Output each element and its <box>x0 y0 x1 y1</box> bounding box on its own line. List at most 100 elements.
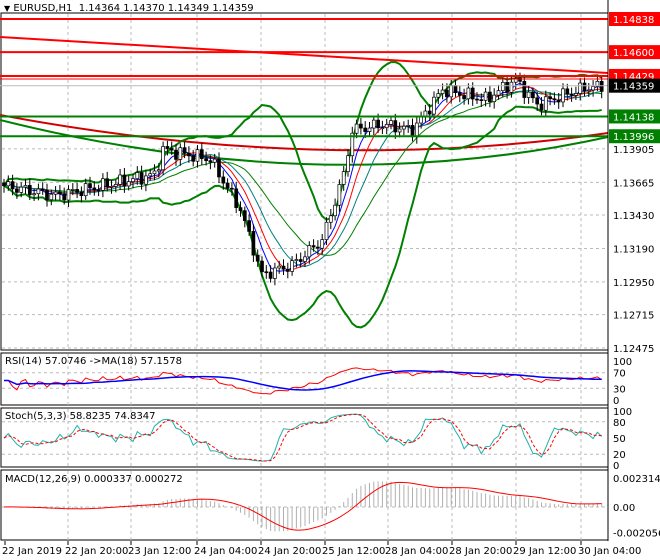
candle-body <box>49 193 54 201</box>
candle-body <box>255 254 260 262</box>
candle-body <box>277 265 282 269</box>
candle-body <box>389 120 393 125</box>
candle-body <box>15 188 19 193</box>
stoch-title: Stoch(5,3,3) 58.8235 74.8347 <box>5 411 156 422</box>
time-label: 22 Jan 20:00 <box>65 546 128 557</box>
stoch-tick: 80 <box>613 418 626 429</box>
candle-body <box>126 181 131 187</box>
dropdown-arrow-icon[interactable]: ▼ <box>4 4 10 13</box>
long-ma-green <box>0 119 609 166</box>
candle-body <box>505 82 509 93</box>
candle-body <box>195 149 200 162</box>
candle-body <box>483 91 488 101</box>
candle-body <box>384 124 389 129</box>
candle-body <box>543 96 548 111</box>
candle-body <box>174 149 178 160</box>
candle-body <box>445 89 449 98</box>
candle-body <box>208 160 213 163</box>
candle-body <box>212 158 217 163</box>
candle-body <box>10 181 15 190</box>
candle-body <box>178 147 183 160</box>
candle-body <box>148 173 153 177</box>
stoch-tick: 20 <box>613 450 626 461</box>
time-label: 29 Jan 12:00 <box>513 546 576 557</box>
level-price-label: 1.14838 <box>613 15 654 26</box>
mt4-chart-window: 22 Jan 2019 22 Jan 20:00 23 Jan 12:00 24 Ja… <box>0 0 660 560</box>
candle-body <box>6 181 11 187</box>
rsi-title: RSI(14) 57.0746 ->MA(18) 57.1578 <box>5 356 182 367</box>
candle-body <box>251 231 256 256</box>
price-tick-label: 1.13905 <box>613 145 654 156</box>
candle-body <box>414 122 419 138</box>
candle-body <box>466 87 471 100</box>
candle-body <box>371 119 376 129</box>
candle-body <box>307 245 312 258</box>
time-label: 30 Jan 04:00 <box>578 546 641 557</box>
candle-body <box>457 92 462 96</box>
candle-body <box>333 204 337 217</box>
macd-signal-line <box>3 481 602 531</box>
candle-body <box>552 98 557 101</box>
candle-body <box>569 93 574 96</box>
candle-body <box>337 184 342 206</box>
time-label: 28 Jan 04:00 <box>385 546 448 557</box>
candle-body <box>402 125 406 130</box>
candle-body <box>298 259 303 262</box>
candle-body <box>393 120 398 133</box>
candle-body <box>367 127 372 132</box>
stoch-tick: 0 <box>613 461 619 472</box>
candle-body <box>199 149 204 159</box>
candle-body <box>92 187 97 191</box>
candle-body <box>475 98 479 101</box>
candle-body <box>165 146 170 149</box>
candle-body <box>578 82 583 94</box>
candle-body <box>582 82 587 92</box>
candle-body <box>105 178 110 188</box>
candle-body <box>131 178 135 182</box>
candle-body <box>122 174 127 187</box>
level-price-label: 1.14138 <box>613 112 654 123</box>
current-price-label: 1.14359 <box>613 82 654 93</box>
candle-body <box>397 128 402 133</box>
price-tick-label: 1.13430 <box>613 211 654 222</box>
candle-body <box>101 178 105 191</box>
price-tick-label: 1.12475 <box>613 344 654 355</box>
candle-body <box>281 265 286 270</box>
rsi-tick: 100 <box>613 357 632 368</box>
long-ma-red <box>0 114 609 152</box>
candle-body <box>316 246 320 249</box>
candle-body <box>320 239 325 249</box>
candle-body <box>285 268 290 272</box>
ohlc-values: 1.14364 1.14370 1.14349 1.14359 <box>78 3 254 14</box>
candle-body <box>260 260 264 273</box>
candle-body <box>294 259 299 262</box>
candle-body <box>500 82 505 92</box>
candle-body <box>23 185 28 188</box>
candle-body <box>156 169 161 172</box>
candle-body <box>479 99 484 101</box>
candle-body <box>238 207 243 212</box>
candle-body <box>406 125 411 127</box>
level-price-label: 1.14600 <box>613 48 654 59</box>
candle-body <box>363 127 368 132</box>
level-price-label: 1.13996 <box>613 132 654 143</box>
price-tick-label: 1.12715 <box>613 311 654 322</box>
candle-body <box>449 85 454 98</box>
macd-tick: -0.002056 <box>613 529 660 540</box>
candle-body <box>522 80 527 98</box>
candle-body <box>509 81 514 93</box>
candle-body <box>462 95 466 100</box>
candle-body <box>376 119 380 129</box>
candle-body <box>436 93 441 98</box>
candle-body <box>225 182 230 189</box>
candle-body <box>221 176 226 184</box>
candle-body <box>234 188 239 208</box>
candle-body <box>341 171 346 185</box>
candle-body <box>556 99 561 103</box>
candle-body <box>152 170 157 175</box>
macd-tick: 0.002314 <box>613 474 660 485</box>
candle-body <box>109 186 114 188</box>
candle-body <box>139 172 144 185</box>
time-label: 22 Jan 2019 <box>2 546 62 557</box>
candle-body <box>36 188 41 195</box>
